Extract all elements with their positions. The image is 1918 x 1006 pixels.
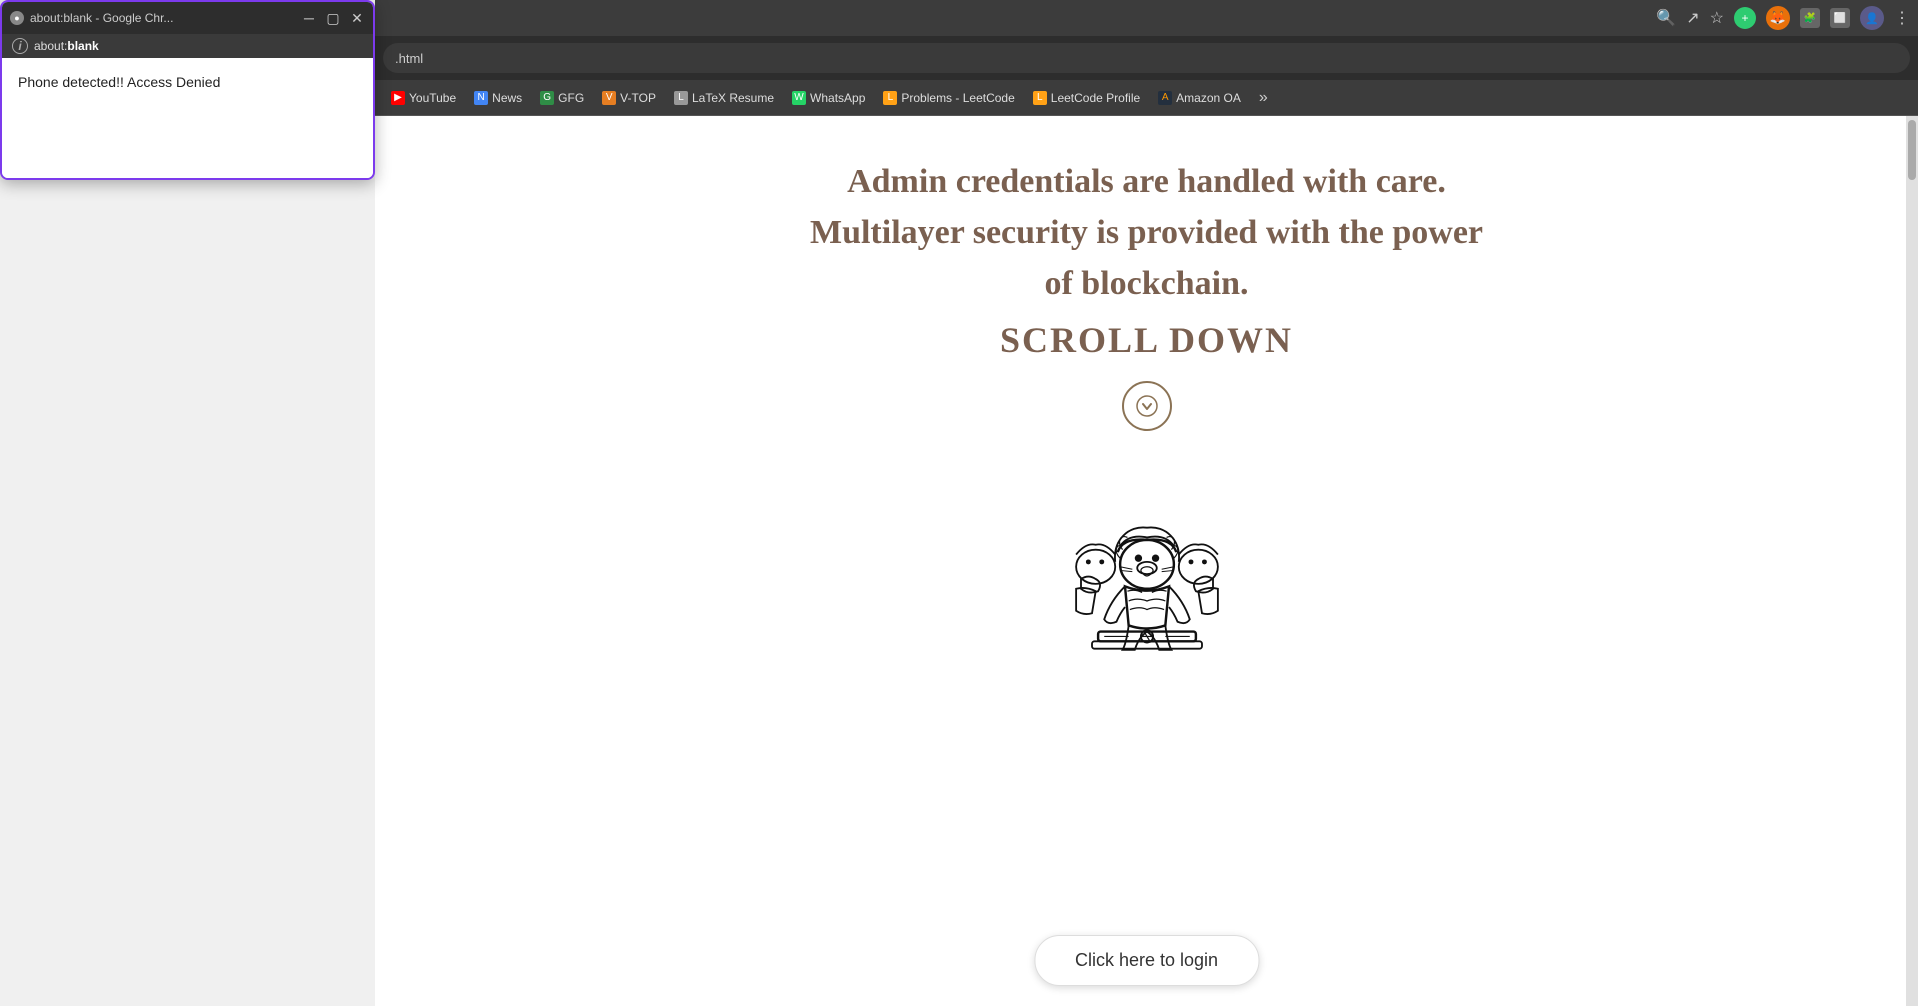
search-icon[interactable]: 🔍 (1656, 8, 1676, 28)
bookmark-gfg[interactable]: G GFG (532, 87, 592, 109)
minimize-button[interactable]: ─ (301, 10, 317, 26)
bookmark-problems-leetcode[interactable]: L Problems - LeetCode (875, 87, 1022, 109)
bookmark-news[interactable]: N News (466, 87, 530, 109)
popup-title: about:blank - Google Chr... (30, 11, 173, 25)
hero-section: Admin credentials are handled with care.… (810, 156, 1483, 361)
hero-line1: Admin credentials are handled with care. (847, 163, 1446, 200)
bookmark-amazon[interactable]: A Amazon OA (1150, 87, 1249, 109)
leetcode-favicon: L (883, 91, 897, 105)
scrollbar-thumb[interactable] (1908, 120, 1916, 180)
leetcode2-favicon: L (1033, 91, 1047, 105)
address-input[interactable]: .html (383, 43, 1910, 73)
puzzle-icon[interactable]: 🧩 (1800, 8, 1820, 28)
bookmark-vtop[interactable]: V V-TOP (594, 87, 664, 109)
login-button-container: Click here to login (1034, 935, 1259, 986)
extension-green-icon[interactable]: + (1734, 7, 1756, 29)
popup-message: Phone detected!! Access Denied (18, 74, 220, 90)
scroll-down-text: SCROLL DOWN (810, 319, 1483, 361)
scroll-down-arrow[interactable] (1122, 381, 1172, 431)
popup-url-bold: blank (67, 39, 98, 53)
gfg-favicon: G (540, 91, 554, 105)
chrome-popup: ● about:blank - Google Chr... ─ ▢ ✕ i ab… (0, 0, 375, 180)
amazon-favicon: A (1158, 91, 1172, 105)
split-icon[interactable]: ⬜ (1830, 8, 1850, 28)
youtube-favicon: ▶ (391, 91, 405, 105)
bookmark-gfg-label: GFG (558, 91, 584, 105)
page-content: Admin credentials are handled with care.… (375, 116, 1918, 1006)
hero-line3: of blockchain. (1044, 265, 1248, 302)
bookmark-problems-leetcode-label: Problems - LeetCode (901, 91, 1014, 105)
topbar-icons: 🔍 ↗ ☆ + 🦊 🧩 ⬜ 👤 ⋮ (1656, 6, 1910, 30)
maximize-button[interactable]: ▢ (325, 10, 341, 26)
bookmark-latex[interactable]: L LaTeX Resume (666, 87, 782, 109)
user-avatar[interactable]: 👤 (1860, 6, 1884, 30)
address-text: .html (395, 51, 423, 66)
indian-emblem (1007, 491, 1287, 711)
popup-addressbar: i about:blank (2, 34, 373, 58)
bookmark-whatsapp[interactable]: W WhatsApp (784, 87, 873, 109)
close-button[interactable]: ✕ (349, 10, 365, 26)
addressbar-row: .html (375, 36, 1918, 80)
popup-content: Phone detected!! Access Denied (2, 58, 373, 178)
whatsapp-favicon: W (792, 91, 806, 105)
menu-icon[interactable]: ⋮ (1894, 8, 1910, 28)
bookmark-amazon-label: Amazon OA (1176, 91, 1241, 105)
bookmark-leetcode-profile-label: LeetCode Profile (1051, 91, 1140, 105)
bookmark-whatsapp-label: WhatsApp (810, 91, 865, 105)
fox-extension-icon[interactable]: 🦊 (1766, 6, 1790, 30)
bookmark-youtube-label: YouTube (409, 91, 456, 105)
scrollbar[interactable] (1906, 116, 1918, 1006)
bookmark-star-icon[interactable]: ☆ (1710, 8, 1724, 28)
bookmarks-more-button[interactable]: » (1251, 85, 1276, 111)
emblem-section (395, 491, 1898, 711)
browser-topbar: 🔍 ↗ ☆ + 🦊 🧩 ⬜ 👤 ⋮ (375, 0, 1918, 36)
share-icon[interactable]: ↗ (1686, 8, 1699, 28)
popup-url: about:blank (34, 39, 99, 53)
login-button[interactable]: Click here to login (1034, 935, 1259, 986)
chevron-down-icon (1135, 394, 1159, 418)
bookmark-news-label: News (492, 91, 522, 105)
bookmarks-bar: ▶ YouTube N News G GFG V V-TOP L LaTeX R… (375, 80, 1918, 116)
vtop-favicon: V (602, 91, 616, 105)
main-browser: 🔍 ↗ ☆ + 🦊 🧩 ⬜ 👤 ⋮ .html ▶ YouTube N News… (375, 0, 1918, 1006)
bookmark-leetcode-profile[interactable]: L LeetCode Profile (1025, 87, 1148, 109)
bookmark-latex-label: LaTeX Resume (692, 91, 774, 105)
latex-favicon: L (674, 91, 688, 105)
popup-titlebar: ● about:blank - Google Chr... ─ ▢ ✕ (2, 2, 373, 34)
hero-line2: Multilayer security is provided with the… (810, 214, 1483, 251)
popup-favicon: ● (10, 11, 24, 25)
bookmark-vtop-label: V-TOP (620, 91, 656, 105)
info-icon: i (12, 38, 28, 54)
bookmark-youtube[interactable]: ▶ YouTube (383, 87, 464, 109)
news-favicon: N (474, 91, 488, 105)
